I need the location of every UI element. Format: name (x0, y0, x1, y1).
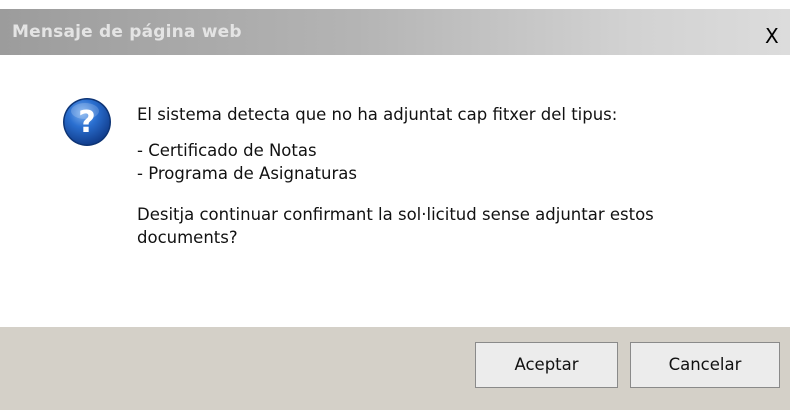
message-intro: El sistema detecta que no ha adjuntat ca… (137, 105, 618, 124)
missing-file-item: - Certificado de Notas (137, 141, 317, 160)
close-button[interactable]: X (765, 23, 790, 49)
button-bar: Aceptar Cancelar (0, 327, 790, 410)
svg-text:?: ? (78, 105, 95, 140)
message-question-line2: documents? (137, 228, 238, 247)
top-edge (0, 0, 790, 9)
message-dialog: Mensaje de página web X ? El sistema det… (0, 0, 790, 410)
question-icon: ? (62, 97, 112, 147)
title-bar[interactable]: Mensaje de página web X (0, 9, 790, 55)
missing-file-item: - Programa de Asignaturas (137, 164, 357, 183)
accept-button[interactable]: Aceptar (475, 342, 618, 388)
dialog-message: El sistema detecta que no ha adjuntat ca… (137, 103, 777, 249)
message-question-line1: Desitja continuar confirmant la sol·lici… (137, 205, 654, 224)
cancel-button[interactable]: Cancelar (630, 342, 780, 388)
dialog-title: Mensaje de página web (12, 22, 242, 42)
dialog-content: ? El sistema detecta que no ha adjuntat … (0, 55, 790, 327)
